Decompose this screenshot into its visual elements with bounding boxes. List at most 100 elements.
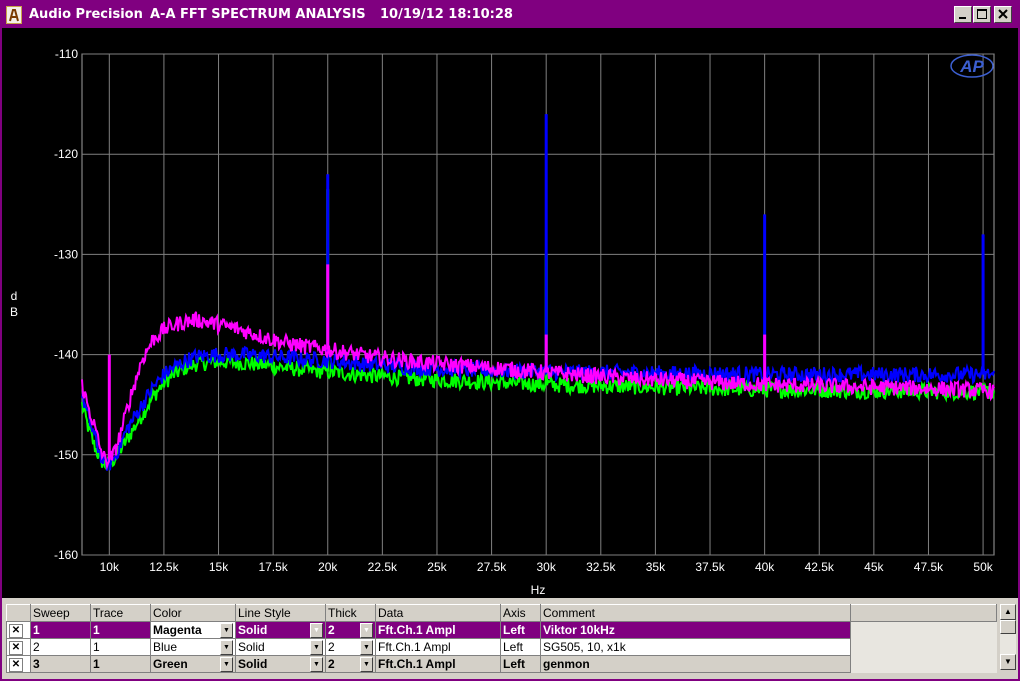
close-button[interactable] [994, 6, 1012, 23]
chevron-down-icon[interactable]: ▼ [360, 623, 373, 638]
header-sweep[interactable]: Sweep [30, 604, 91, 622]
cell-line-style[interactable]: Solid ▼ [235, 655, 326, 673]
maximize-icon [977, 9, 987, 19]
row-checkbox[interactable]: ✕ [6, 655, 31, 673]
chevron-down-icon[interactable]: ▼ [310, 657, 323, 672]
cell-data[interactable]: Fft.Ch.1 Ampl [375, 655, 501, 673]
cell-sweep[interactable]: 3 [30, 655, 91, 673]
chevron-down-icon[interactable]: ▼ [360, 657, 373, 672]
chevron-down-icon[interactable]: ▼ [310, 640, 323, 655]
plot-area[interactable]: 10k 12.5k 15k 17.5k 20k 22.5k 25k 27.5k 30k 32.5k… [2, 28, 1018, 598]
header-line-style[interactable]: Line Style [235, 604, 326, 622]
cell-trace[interactable]: 1 [90, 621, 151, 639]
check-icon[interactable]: ✕ [9, 623, 23, 638]
color-value: Magenta [153, 623, 202, 637]
line-style-value: Solid [238, 623, 268, 637]
cell-comment[interactable]: Viktor 10kHz [540, 621, 851, 639]
check-icon[interactable]: ✕ [9, 657, 23, 672]
y-tick-label: -120 [54, 147, 78, 161]
title-bar[interactable]: Audio Precision A-A FFT SPECTRUM ANALYSI… [2, 2, 1018, 28]
chevron-down-icon[interactable]: ▼ [220, 657, 233, 672]
y-tick-label: -130 [54, 247, 78, 261]
cell-axis[interactable]: Left [500, 621, 541, 639]
chevron-down-icon[interactable]: ▼ [360, 640, 373, 655]
chevron-down-icon[interactable]: ▼ [310, 623, 323, 638]
x-tick-label: 40k [755, 560, 775, 574]
header-checkbox [6, 604, 31, 622]
cell-comment[interactable]: genmon [540, 655, 851, 673]
audio-precision-icon[interactable] [6, 6, 22, 24]
close-icon [998, 9, 1008, 19]
cell-color[interactable]: Green ▼ [150, 655, 236, 673]
x-tick-label: 17.5k [258, 560, 288, 574]
grid [81, 53, 995, 556]
y-axis-label-b: B [10, 305, 18, 319]
y-tick-label: -140 [54, 348, 78, 362]
cell-line-style[interactable]: Solid ▼ [235, 638, 326, 656]
minimize-icon [959, 17, 966, 19]
x-tick-label: 15k [209, 560, 229, 574]
chevron-down-icon[interactable]: ▼ [220, 623, 233, 638]
header-thick[interactable]: Thick [325, 604, 376, 622]
header-comment[interactable]: Comment [540, 604, 851, 622]
x-tick-label: 50k [973, 560, 993, 574]
maximize-button[interactable] [973, 6, 991, 23]
header-trace[interactable]: Trace [90, 604, 151, 622]
cell-line-style[interactable]: Solid ▼ [235, 621, 326, 639]
table-row[interactable]: ✕ 3 1 Green ▼ Solid ▼ 2 ▼ Fft.Ch.1 Ampl Lef… [6, 655, 997, 673]
x-tick-label: 45k [864, 560, 884, 574]
cell-data[interactable]: Fft.Ch.1 Ampl [375, 621, 501, 639]
cell-thick[interactable]: 2 ▼ [325, 638, 376, 656]
x-axis-label: Hz [531, 583, 546, 597]
cell-color[interactable]: Magenta ▼ [150, 621, 236, 639]
app-name: Audio Precision [29, 7, 143, 22]
cell-sweep[interactable]: 2 [30, 638, 91, 656]
cell-trace[interactable]: 1 [90, 638, 151, 656]
header-color[interactable]: Color [150, 604, 236, 622]
cell-axis[interactable]: Left [500, 655, 541, 673]
x-tick-label: 25k [427, 560, 447, 574]
cell-thick[interactable]: 2 ▼ [325, 655, 376, 673]
window-datetime: 10/19/12 18:10:28 [380, 7, 513, 22]
chevron-down-icon: ▼ [1004, 657, 1012, 666]
color-value: Blue [153, 640, 178, 654]
y-tick-labels: -110 -120 -130 -140 -150 -160 [54, 47, 78, 562]
row-checkbox[interactable]: ✕ [6, 638, 31, 656]
table-scrollbar[interactable]: ▲ ▼ [1000, 604, 1016, 670]
cell-comment[interactable]: SG505, 10, x1k [540, 638, 851, 656]
cell-blank [850, 621, 997, 639]
header-blank [850, 604, 997, 622]
y-axis-label-d: d [11, 289, 18, 303]
x-tick-label: 20k [318, 560, 338, 574]
chevron-up-icon: ▲ [1004, 607, 1012, 616]
x-tick-label: 27.5k [477, 560, 507, 574]
x-tick-label: 30k [537, 560, 557, 574]
x-tick-label: 42.5k [805, 560, 835, 574]
y-tick-label: -160 [54, 548, 78, 562]
cell-data[interactable]: Fft.Ch.1 Ampl [375, 638, 501, 656]
spectrum-chart[interactable]: 10k 12.5k 15k 17.5k 20k 22.5k 25k 27.5k 30k 32.5k… [2, 28, 1018, 598]
check-icon[interactable]: ✕ [9, 640, 23, 655]
table-row[interactable]: ✕ 1 1 Magenta ▼ Solid ▼ 2 ▼ Fft.Ch.1 Ampl L… [6, 621, 997, 639]
color-value: Green [153, 657, 188, 671]
header-axis[interactable]: Axis [500, 604, 541, 622]
sweep-panel: Sweep Trace Color Line Style Thick Data … [6, 600, 1018, 678]
cell-color[interactable]: Blue ▼ [150, 638, 236, 656]
table-row[interactable]: ✕ 2 1 Blue ▼ Solid ▼ 2 ▼ Fft.Ch.1 Ampl Left… [6, 638, 997, 656]
row-checkbox[interactable]: ✕ [6, 621, 31, 639]
thick-value: 2 [328, 623, 335, 637]
scroll-up-button[interactable]: ▲ [1000, 604, 1016, 620]
cell-thick[interactable]: 2 ▼ [325, 621, 376, 639]
scroll-down-button[interactable]: ▼ [1000, 654, 1016, 670]
scroll-thumb[interactable] [1000, 620, 1016, 634]
chevron-down-icon[interactable]: ▼ [220, 640, 233, 655]
cell-sweep[interactable]: 1 [30, 621, 91, 639]
ap-logo: AP [950, 54, 994, 78]
cell-axis[interactable]: Left [500, 638, 541, 656]
minimize-button[interactable] [954, 6, 972, 23]
y-tick-label: -150 [54, 448, 78, 462]
x-tick-label: 37.5k [695, 560, 725, 574]
x-tick-label: 10k [100, 560, 120, 574]
header-data[interactable]: Data [375, 604, 501, 622]
cell-trace[interactable]: 1 [90, 655, 151, 673]
